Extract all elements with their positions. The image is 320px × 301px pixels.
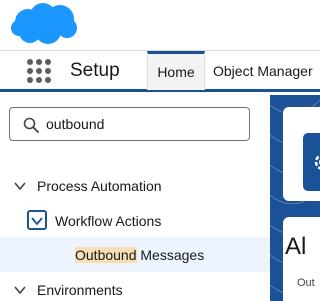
tree-item-outbound-messages[interactable]: Outbound Messages <box>0 237 270 272</box>
tree-item-label: Process Automation <box>37 177 162 194</box>
chevron-down-icon[interactable] <box>13 283 27 297</box>
tree-item-workflow-actions[interactable]: Workflow Actions <box>0 203 270 238</box>
chevron-down-icon[interactable] <box>27 210 47 230</box>
quick-find-input[interactable] <box>46 114 241 134</box>
app-name: Setup <box>70 60 120 81</box>
tree-item-label: Outbound Messages <box>75 246 205 263</box>
chevron-down-icon[interactable] <box>13 179 27 193</box>
tab-home[interactable]: Home <box>147 51 205 90</box>
tree-item-process-automation[interactable]: Process Automation <box>0 168 270 203</box>
global-header <box>0 0 320 50</box>
app-launcher-grid-icon[interactable] <box>27 59 51 83</box>
tree-item-environments[interactable]: Environments <box>0 272 270 301</box>
search-icon <box>23 117 39 133</box>
page-subtitle: Out <box>297 277 315 289</box>
setup-page: Setup Home Object Manager Process Automa… <box>0 0 320 301</box>
page-title: Al <box>285 233 307 260</box>
tree-item-label: Workflow Actions <box>55 212 162 229</box>
search-match-highlight: Outbound <box>75 246 137 263</box>
gear-icon <box>314 154 320 170</box>
context-bar: Setup Home Object Manager <box>0 50 320 92</box>
page-header-card <box>283 107 320 201</box>
quick-find-search[interactable] <box>9 107 250 141</box>
page-icon <box>303 133 320 191</box>
main-content: Al Out <box>270 95 320 301</box>
tree-item-label-rest: Messages <box>136 246 205 263</box>
setup-sidebar: Process Automation Workflow Actions Outb… <box>0 95 270 301</box>
cloud-logo-icon[interactable] <box>10 2 80 46</box>
tab-object-manager[interactable]: Object Manager <box>205 51 320 90</box>
tree-item-label: Environments <box>37 281 123 298</box>
